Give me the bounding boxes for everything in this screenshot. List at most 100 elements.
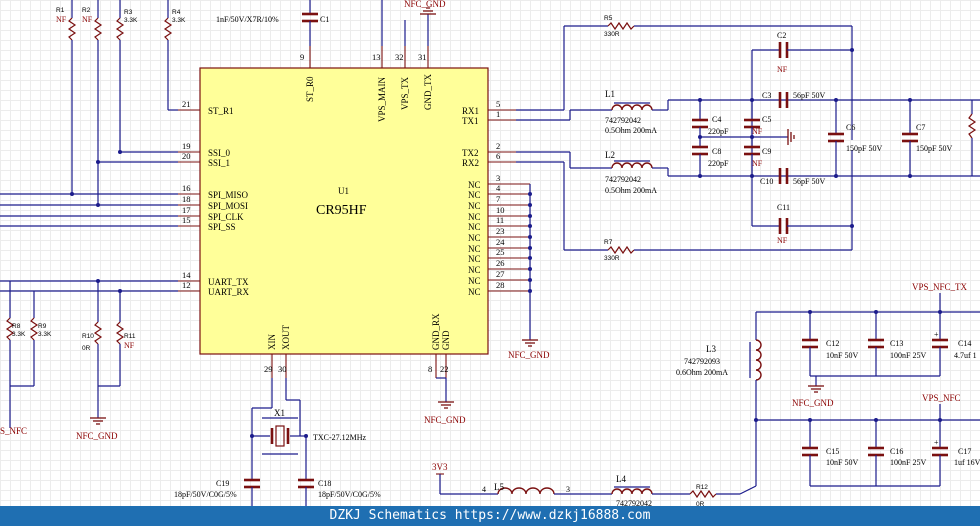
footer-banner: DZKJ Schematics https://www.dzkj16888.co… [0,506,980,526]
svg-text:C12: C12 [826,339,839,348]
svg-text:25: 25 [496,247,505,257]
svg-text:+: + [934,438,939,447]
svg-text:220pF: 220pF [708,127,729,136]
svg-text:NF: NF [752,159,763,168]
svg-text:3: 3 [566,485,570,494]
svg-text:R8: R8 [12,323,21,330]
svg-text:0.5Ohm 200mA: 0.5Ohm 200mA [605,126,657,135]
svg-text:C5: C5 [762,115,771,124]
nfc-gnd-label-ic: NFC_GND [424,415,466,425]
svg-text:NF: NF [752,127,763,136]
svg-text:NC: NC [468,276,481,286]
svg-text:C3: C3 [762,91,771,100]
power-supply-section: VPS_NFC_TX L3 742792093 0.6Ohm 200mA C12… [432,282,980,508]
svg-text:VPS_TX: VPS_TX [400,76,410,110]
svg-text:SPI_CLK: SPI_CLK [208,212,244,222]
svg-text:150pF 50V: 150pF 50V [846,144,882,153]
svg-text:5: 5 [496,99,500,109]
nfc-gnd-label-left: NFC_GND [76,431,118,441]
svg-text:UART_RX: UART_RX [208,287,249,297]
svg-text:32: 32 [395,52,404,62]
svg-text:XIN: XIN [267,334,277,350]
svg-text:NF: NF [56,15,67,24]
svg-text:C2: C2 [777,31,786,40]
svg-text:3: 3 [496,173,500,183]
svg-text:330R: 330R [604,31,620,38]
svg-text:17: 17 [182,205,191,215]
svg-text:10nF 50V: 10nF 50V [826,458,858,467]
svg-text:1uf 16V: 1uf 16V [954,458,980,467]
svg-text:NC: NC [468,212,481,222]
svg-text:UART_TX: UART_TX [208,277,249,287]
nfc-gnd-label-power: NFC_GND [792,398,834,408]
svg-text:R4: R4 [172,9,181,16]
svg-text:8: 8 [428,364,432,374]
svg-text:NF: NF [82,15,93,24]
svg-text:11: 11 [496,215,504,225]
svg-text:10: 10 [496,205,505,215]
svg-text:SPI_MOSI: SPI_MOSI [208,201,248,211]
svg-text:ST_R1: ST_R1 [208,106,234,116]
svg-text:C6: C6 [846,123,855,132]
svg-text:L4: L4 [616,474,626,484]
svg-text:100nF 25V: 100nF 25V [890,351,926,360]
left-lower-resistors: R8 3.3K R9 3.3K S_NFC R10 0R R11 NF NFC_… [0,281,136,441]
svg-text:1nF/50V/X7R/10%: 1nF/50V/X7R/10% [216,15,279,24]
svg-text:4.7uf 1: 4.7uf 1 [954,351,977,360]
svg-text:TXC-27.12MHz: TXC-27.12MHz [313,433,367,442]
svg-text:742792093: 742792093 [684,357,720,366]
svg-text:29: 29 [264,364,273,374]
svg-text:R12: R12 [696,484,708,491]
svg-text:4: 4 [482,485,486,494]
svg-text:L5: L5 [494,482,504,492]
svg-text:6: 6 [496,151,500,161]
svg-text:NC: NC [468,222,481,232]
svg-text:NC: NC [468,201,481,211]
svg-text:C18: C18 [318,479,331,488]
svg-text:30: 30 [278,364,287,374]
svg-text:150pF 50V: 150pF 50V [916,144,952,153]
svg-text:R10: R10 [82,333,94,340]
svg-text:VPS_MAIN: VPS_MAIN [377,76,387,122]
svg-text:R11: R11 [124,333,136,340]
svg-text:RX1: RX1 [462,106,479,116]
svg-text:C4: C4 [712,115,721,124]
svg-text:C15: C15 [826,447,839,456]
svg-text:0.6Ohm 200mA: 0.6Ohm 200mA [676,368,728,377]
svg-text:18pF/50V/C0G/5%: 18pF/50V/C0G/5% [318,490,381,499]
svg-text:3.3K: 3.3K [172,17,186,24]
svg-text:0R: 0R [82,345,91,352]
ic-ref: U1 [338,186,349,196]
svg-text:0.5Ohm 200mA: 0.5Ohm 200mA [605,186,657,195]
svg-text:SSI_1: SSI_1 [208,158,230,168]
svg-text:330R: 330R [604,255,620,262]
crystal-x1: X1 TXC-27.12MHz C19 18pF/50V/C0G/5% C18 … [174,378,381,506]
svg-text:3.3K: 3.3K [124,17,138,24]
svg-text:28: 28 [496,280,505,290]
svg-text:GND: GND [441,330,451,350]
svg-text:12: 12 [182,280,191,290]
svg-text:NF: NF [777,236,788,245]
svg-text:2: 2 [496,141,500,151]
svg-text:15: 15 [182,215,191,225]
schematic-canvas: U1 CR95HF 21 ST_R1 19 SSI_0 20 SSI_1 16 … [0,0,980,526]
vps-nfc-tx-label: VPS_NFC_TX [912,282,968,292]
svg-text:19: 19 [182,141,191,151]
svg-text:RX2: RX2 [462,158,479,168]
pullup-resistors-top: R1 NF R2 NF R3 3.3K R4 3.3K [56,0,186,205]
svg-text:C17: C17 [958,447,971,456]
rf-matching-network: R5 330R L1 742792042 0.5Ohm 200mA L2 742… [516,15,980,262]
svg-text:NC: NC [468,265,481,275]
svg-text:24: 24 [496,237,505,247]
svg-text:XOUT: XOUT [281,325,291,350]
svg-text:L3: L3 [706,344,716,354]
svg-text:R1: R1 [56,7,65,14]
svg-text:ST_R0: ST_R0 [305,76,315,102]
svg-text:NF: NF [124,341,135,350]
svg-text:NC: NC [468,190,481,200]
svg-text:NC: NC [468,287,481,297]
svg-text:18: 18 [182,194,191,204]
capacitor-c1: 1nF/50V/X7R/10% C1 [216,0,329,46]
svg-text:TX1: TX1 [462,116,479,126]
svg-text:R9: R9 [38,323,47,330]
